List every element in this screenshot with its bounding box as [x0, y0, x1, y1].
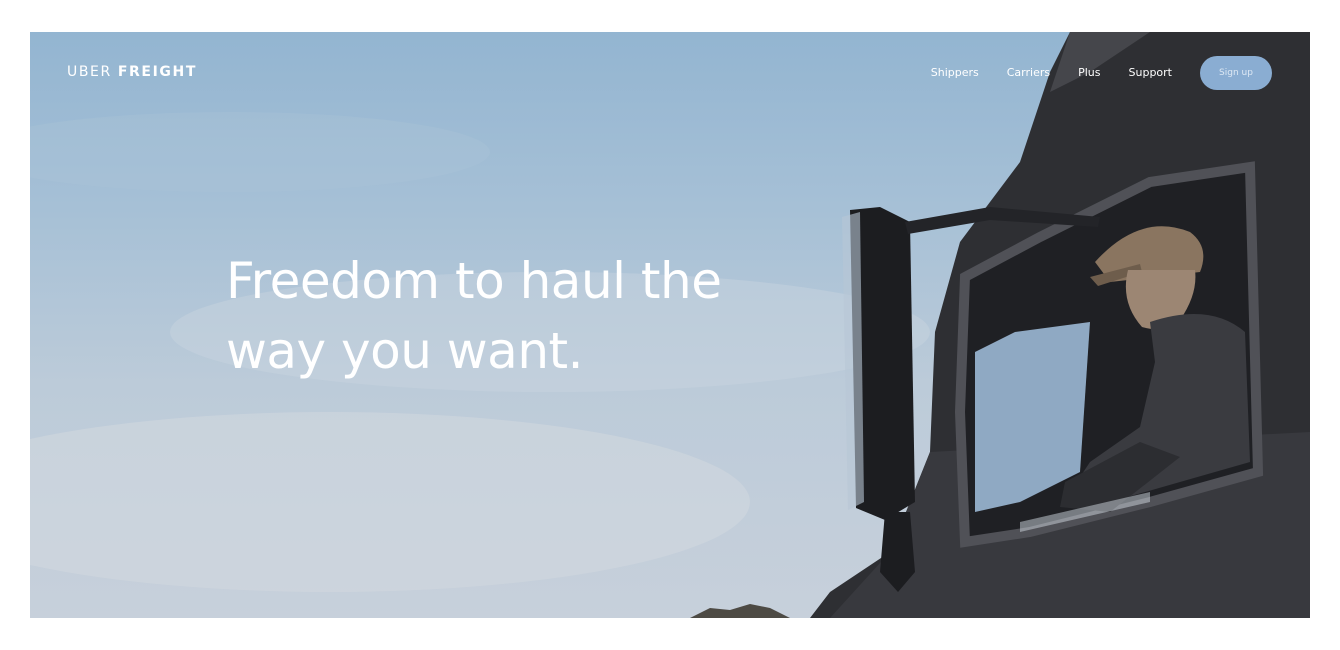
logo-word-freight: FREIGHT: [117, 64, 197, 80]
hero-headline-line-2: way you want.: [226, 322, 584, 380]
nav-link-shippers[interactable]: Shippers: [931, 66, 979, 80]
nav-link-support[interactable]: Support: [1129, 66, 1172, 80]
hero-section: UBER FREIGHT Shippers Carriers Plus Supp…: [30, 32, 1310, 618]
hero-headline-line-1: Freedom to haul the: [226, 252, 722, 310]
nav-link-plus[interactable]: Plus: [1078, 66, 1100, 80]
uber-freight-logo[interactable]: UBER FREIGHT: [67, 63, 197, 81]
top-nav: Shippers Carriers Plus Support Sign up: [931, 56, 1272, 90]
hero-headline: Freedom to haul the way you want.: [226, 246, 722, 386]
sign-up-button[interactable]: Sign up: [1200, 56, 1272, 90]
nav-link-carriers[interactable]: Carriers: [1007, 66, 1050, 80]
logo-word-uber: UBER: [67, 64, 112, 80]
